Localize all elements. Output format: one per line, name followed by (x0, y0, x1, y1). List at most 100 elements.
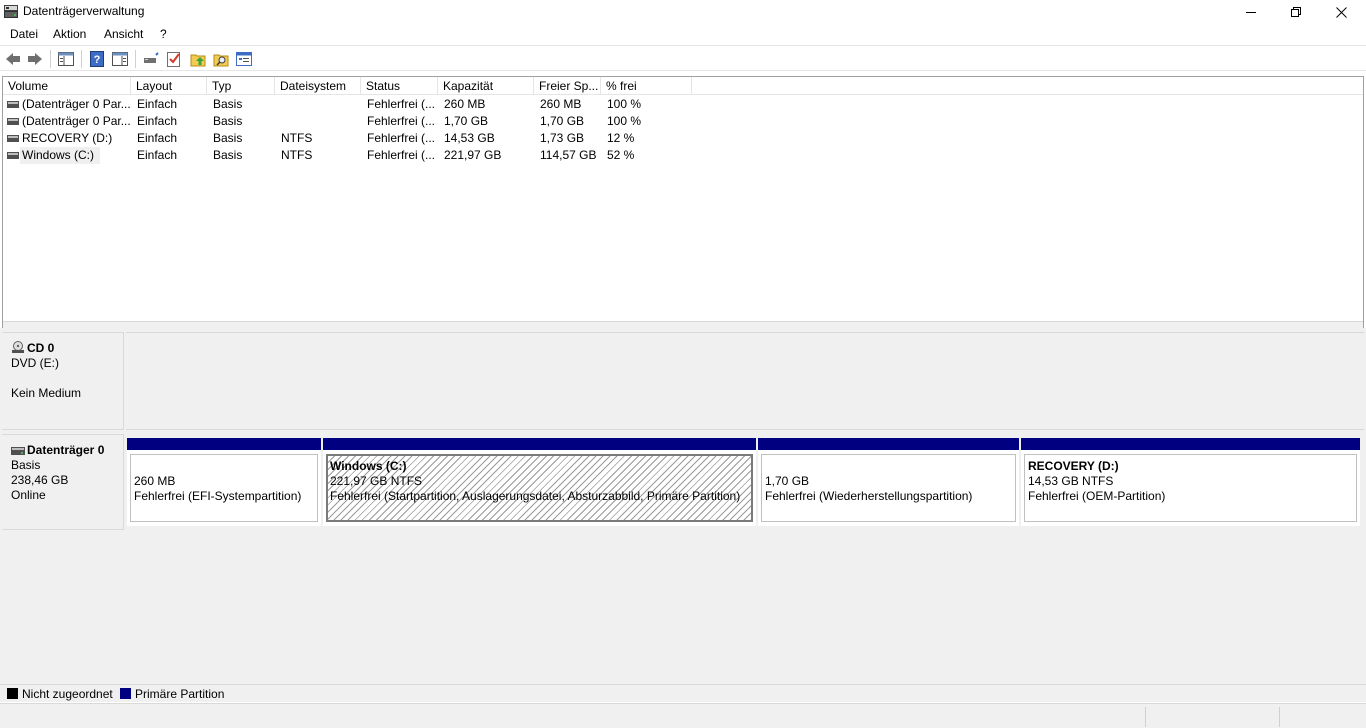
properties-button[interactable] (235, 50, 253, 68)
primary-partition-bar (127, 438, 321, 450)
volume-row[interactable]: RECOVERY (D:) Einfach Basis NTFS Fehlerf… (3, 130, 1363, 147)
cd0-name: CD 0 (27, 341, 55, 355)
svg-text:?: ? (94, 54, 101, 66)
primary-partition-bar (758, 438, 1019, 450)
status-bar-divider (1145, 707, 1146, 727)
column-header-volume[interactable]: Volume (3, 77, 131, 95)
show-action-pane-button[interactable] (111, 50, 129, 68)
disk0-partitions: 260 MB Fehlerfrei (EFI-Systempartition) … (126, 434, 1364, 530)
cell-prozent-frei: 100 % (607, 97, 642, 111)
pane-splitter[interactable] (3, 321, 1363, 328)
forward-button[interactable] (26, 50, 44, 68)
partition-size: 260 MB (134, 474, 176, 488)
disk0-name: Datenträger 0 (27, 443, 105, 457)
volume-list-header: Volume Layout Typ Dateisystem Status Kap… (3, 77, 1363, 95)
menu-help[interactable]: ? (160, 27, 167, 41)
column-header-status[interactable]: Status (361, 77, 438, 95)
column-header-layout[interactable]: Layout (131, 77, 207, 95)
partition-name (765, 459, 1012, 474)
cell-layout: Einfach (137, 148, 178, 162)
legend-unallocated-swatch (7, 688, 18, 699)
cd0-drive: DVD (E:) (11, 356, 59, 370)
partition-body: 1,70 GB Fehlerfrei (Wiederherstellungspa… (761, 454, 1016, 522)
go-up-button[interactable] (189, 50, 207, 68)
cell-kapazitaet: 260 MB (444, 97, 486, 111)
menu-bar: Datei Aktion Ansicht ? (0, 24, 1366, 44)
cd0-media-area (126, 332, 1364, 430)
cell-kapazitaet: 1,70 GB (444, 114, 489, 128)
cell-prozent-frei: 12 % (607, 131, 635, 145)
show-hide-console-tree-icon (58, 52, 74, 66)
menu-aktion[interactable]: Aktion (53, 27, 86, 41)
show-hide-console-tree-button[interactable] (57, 50, 75, 68)
search-icon (213, 54, 229, 67)
partition-name: Windows (C:) (330, 459, 407, 473)
legend-primary: Primäre Partition (120, 687, 224, 701)
cell-status: Fehlerfrei (... (367, 131, 436, 145)
menu-datei[interactable]: Datei (10, 27, 38, 41)
toolbar-separator (81, 50, 82, 68)
show-action-pane-icon (112, 52, 128, 66)
volume-row[interactable]: (Datenträger 0 Par... Einfach Basis Fehl… (3, 96, 1363, 113)
partition-status: Fehlerfrei (OEM-Partition) (1028, 489, 1166, 503)
cell-volume: Windows (C:) (20, 147, 100, 164)
legend: Nicht zugeordnet Primäre Partition (0, 684, 1366, 702)
primary-partition-bar (1021, 438, 1360, 450)
cell-layout: Einfach (137, 114, 178, 128)
legend-primary-label: Primäre Partition (135, 687, 225, 701)
cell-kapazitaet: 14,53 GB (444, 131, 495, 145)
disk0-label[interactable]: Datenträger 0 Basis 238,46 GB Online (2, 434, 124, 530)
back-button[interactable] (4, 50, 22, 68)
hard-disk-icon (11, 447, 25, 455)
column-header-kapazitaet[interactable]: Kapazität (438, 77, 534, 95)
volume-list: Volume Layout Typ Dateisystem Status Kap… (2, 76, 1364, 328)
column-header-dateisystem[interactable]: Dateisystem (275, 77, 361, 95)
cell-typ: Basis (213, 148, 243, 162)
volume-row[interactable]: (Datenträger 0 Par... Einfach Basis Fehl… (3, 113, 1363, 130)
cell-volume: (Datenträger 0 Par... (22, 97, 130, 111)
cell-freier-speicher: 1,70 GB (540, 114, 585, 128)
close-icon (1335, 6, 1347, 18)
partition-size: 1,70 GB (765, 474, 810, 488)
cell-prozent-frei: 52 % (607, 148, 635, 162)
properties-icon (236, 52, 252, 66)
connect-virtual-disk-button[interactable] (142, 50, 160, 68)
column-header-freier-speicher[interactable]: Freier Sp... (534, 77, 601, 95)
column-header-typ[interactable]: Typ (207, 77, 275, 95)
partition-windows-c[interactable]: Windows (C:) 221,97 GB NTFS Fehlerfrei (… (323, 438, 756, 526)
close-button[interactable] (1318, 0, 1364, 24)
cd-drive-icon (12, 341, 24, 353)
partition-body: 260 MB Fehlerfrei (EFI-Systempartition) (130, 454, 318, 522)
partition-recovery-hidden[interactable]: 1,70 GB Fehlerfrei (Wiederherstellungspa… (758, 438, 1019, 526)
volume-row[interactable]: Windows (C:) Einfach Basis NTFS Fehlerfr… (3, 147, 1363, 164)
cell-dateisystem (281, 113, 361, 130)
partition-recovery-d[interactable]: RECOVERY (D:) 14,53 GB NTFS Fehlerfrei (… (1021, 438, 1360, 526)
check-button[interactable] (165, 50, 183, 68)
toolbar: ? (0, 45, 1366, 71)
partition-name: RECOVERY (D:) (1028, 459, 1119, 473)
menu-ansicht[interactable]: Ansicht (104, 27, 143, 41)
cell-freier-speicher: 114,57 GB (540, 148, 597, 162)
title-bar: Datenträgerverwaltung (0, 0, 1366, 24)
cell-prozent-frei: 100 % (607, 114, 642, 128)
legend-primary-swatch (120, 688, 131, 699)
restore-button[interactable] (1273, 0, 1319, 24)
cd0-label[interactable]: CD 0 DVD (E:) Kein Medium (2, 332, 124, 430)
partition-size: 14,53 GB NTFS (1028, 474, 1114, 488)
cd0-media: Kein Medium (11, 386, 82, 400)
partition-body: Windows (C:) 221,97 GB NTFS Fehlerfrei (… (326, 454, 753, 522)
search-button[interactable] (212, 50, 230, 68)
minimize-button[interactable] (1228, 0, 1274, 24)
cell-volume: (Datenträger 0 Par... (22, 114, 130, 128)
toolbar-separator (50, 50, 51, 68)
cell-kapazitaet: 221,97 GB (444, 148, 502, 162)
cell-volume: RECOVERY (D:) (22, 131, 113, 145)
column-header-prozent-frei[interactable]: % frei (601, 77, 692, 95)
partition-efi[interactable]: 260 MB Fehlerfrei (EFI-Systempartition) (127, 438, 321, 526)
cell-typ: Basis (213, 114, 243, 128)
check-icon (167, 52, 180, 67)
help-button[interactable]: ? (88, 50, 106, 68)
minimize-icon (1246, 12, 1256, 13)
back-icon (6, 53, 20, 65)
legend-unallocated: Nicht zugeordnet (7, 687, 113, 701)
